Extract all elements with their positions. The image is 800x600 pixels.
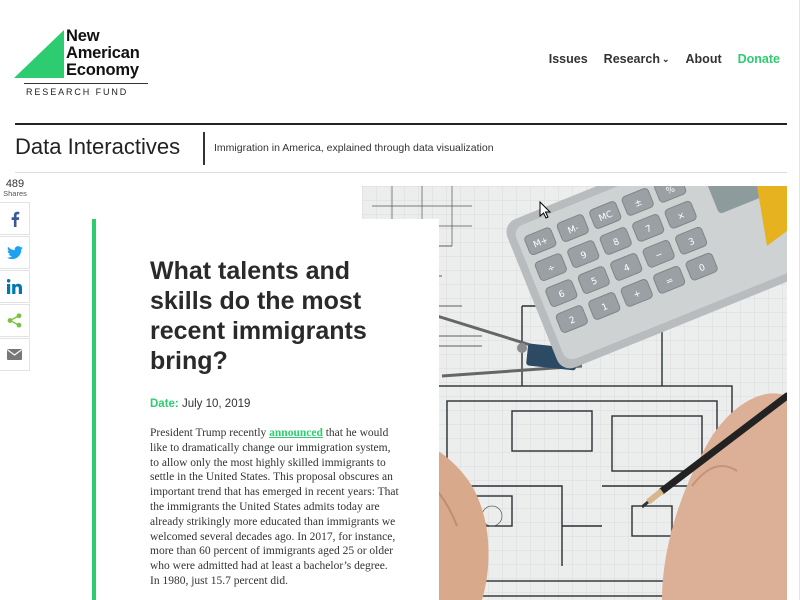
article-date: July 10, 2019	[181, 398, 251, 410]
logo-triangle-icon	[14, 30, 64, 78]
share-count-label: Shares	[3, 189, 27, 198]
share-twitter-button[interactable]	[0, 236, 30, 269]
section-tagline: Immigration in America, explained throug…	[214, 142, 494, 154]
share-generic-button[interactable]	[0, 304, 30, 337]
article-headline: What talents and skills do the most rece…	[150, 257, 367, 375]
section-divider	[203, 132, 205, 165]
nav-issues[interactable]: Issues	[549, 52, 588, 66]
body-text-pre: President Trump recently	[150, 427, 270, 439]
chevron-down-icon: ⌄	[661, 53, 670, 64]
section-top-rule	[15, 123, 787, 125]
nav-about[interactable]: About	[686, 52, 722, 66]
article-body: President Trump recently announced that …	[150, 426, 400, 589]
nav-issues-label: Issues	[548, 52, 588, 66]
linkedin-icon	[7, 279, 22, 294]
share-linkedin-button[interactable]	[0, 270, 30, 303]
brand-line-1: New	[66, 27, 100, 45]
body-text-post: that he would like to dramatically chang…	[150, 427, 399, 587]
brand-subtitle: RESEARCH FUND	[26, 87, 129, 97]
share-rail	[0, 202, 30, 372]
date-label: Date:	[150, 398, 179, 410]
announced-link[interactable]: announced	[269, 427, 323, 439]
article-dateline: Date: July 10, 2019	[150, 398, 250, 410]
accent-bar	[92, 219, 96, 600]
nav-donate-label: Donate	[737, 52, 780, 66]
nav-donate[interactable]: Donate	[738, 52, 780, 66]
share-facebook-button[interactable]	[0, 202, 30, 235]
brand-logo[interactable]: New American Economy RESEARCH FUND	[14, 28, 154, 100]
twitter-icon	[6, 245, 23, 259]
share-email-button[interactable]	[0, 338, 30, 371]
nav-about-label: About	[685, 52, 722, 66]
main-nav: Issues Research ⌄ About Donate	[533, 52, 780, 66]
share-count: 489 Shares	[0, 178, 30, 198]
nav-research-label: Research	[603, 52, 660, 66]
share-icon	[7, 313, 22, 328]
article-card: What talents and skills do the most rece…	[92, 219, 439, 600]
section-title[interactable]: Data Interactives	[15, 134, 180, 160]
facebook-icon	[11, 211, 19, 227]
brand-name: New American Economy	[66, 28, 140, 79]
brand-line-2: American	[66, 44, 140, 62]
email-icon	[7, 349, 22, 360]
brand-line-3: Economy	[66, 61, 139, 79]
nav-research[interactable]: Research ⌄	[604, 52, 670, 66]
logo-divider	[24, 83, 148, 84]
section-bottom-rule	[15, 172, 787, 173]
